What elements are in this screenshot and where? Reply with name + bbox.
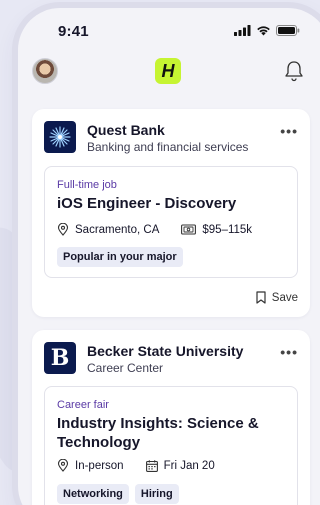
more-options-icon[interactable]: •••: [280, 123, 298, 139]
listing-type: Career fair: [57, 399, 109, 411]
status-bar: 9:41: [18, 8, 320, 52]
top-bar: H: [18, 56, 320, 96]
org-name[interactable]: Quest Bank: [87, 122, 165, 138]
listing-location: In-person: [75, 459, 124, 472]
cash-icon: [181, 224, 197, 235]
more-options-icon[interactable]: •••: [280, 344, 298, 360]
star-burst-icon: [49, 126, 71, 148]
listing-box[interactable]: Career fair Industry Insights: Science &…: [44, 386, 298, 505]
save-button[interactable]: Save: [256, 291, 298, 304]
tag: Popular in your major: [57, 247, 183, 267]
save-label: Save: [271, 291, 298, 304]
listing-meta: Sacramento, CA $95–115k: [57, 223, 252, 236]
listing-location: Sacramento, CA: [75, 223, 160, 236]
status-time: 9:41: [58, 23, 89, 40]
location-pin-icon: [57, 459, 69, 472]
org-subtitle: Career Center: [87, 361, 164, 375]
bell-icon[interactable]: [284, 60, 304, 82]
wifi-icon: [257, 26, 270, 36]
calendar-icon: [145, 459, 158, 472]
listing-title[interactable]: Industry Insights: Science & Technology: [57, 414, 287, 452]
listing-type: Full-time job: [57, 179, 117, 191]
status-icons: [234, 25, 300, 36]
listing-title[interactable]: iOS Engineer - Discovery: [57, 194, 287, 213]
tag-list: Popular in your major: [57, 247, 183, 267]
cellular-signal-icon: [234, 25, 251, 36]
battery-icon: [276, 25, 300, 36]
listing-box[interactable]: Full-time job iOS Engineer - Discovery S…: [44, 166, 298, 278]
tag: Hiring: [134, 484, 179, 504]
listing-meta: In-person Fri Jan 20: [57, 459, 215, 472]
phone-frame: 9:41 H Quest Bank Banking and financial …: [18, 8, 320, 505]
bookmark-icon: [256, 291, 266, 304]
location-pin-icon: [57, 223, 69, 236]
job-card[interactable]: Quest Bank Banking and financial service…: [32, 109, 310, 317]
app-logo[interactable]: H: [155, 58, 181, 84]
tag-list: Networking Hiring: [57, 484, 179, 504]
listing-salary: $95–115k: [202, 223, 253, 236]
listing-date: Fri Jan 20: [163, 459, 215, 472]
avatar[interactable]: [32, 58, 58, 84]
tag: Networking: [57, 484, 129, 504]
org-name[interactable]: Becker State University: [87, 343, 243, 359]
event-card[interactable]: B Becker State University Career Center …: [32, 330, 310, 505]
org-subtitle: Banking and financial services: [87, 140, 249, 154]
org-logo: [44, 121, 76, 153]
org-logo: B: [44, 342, 76, 374]
